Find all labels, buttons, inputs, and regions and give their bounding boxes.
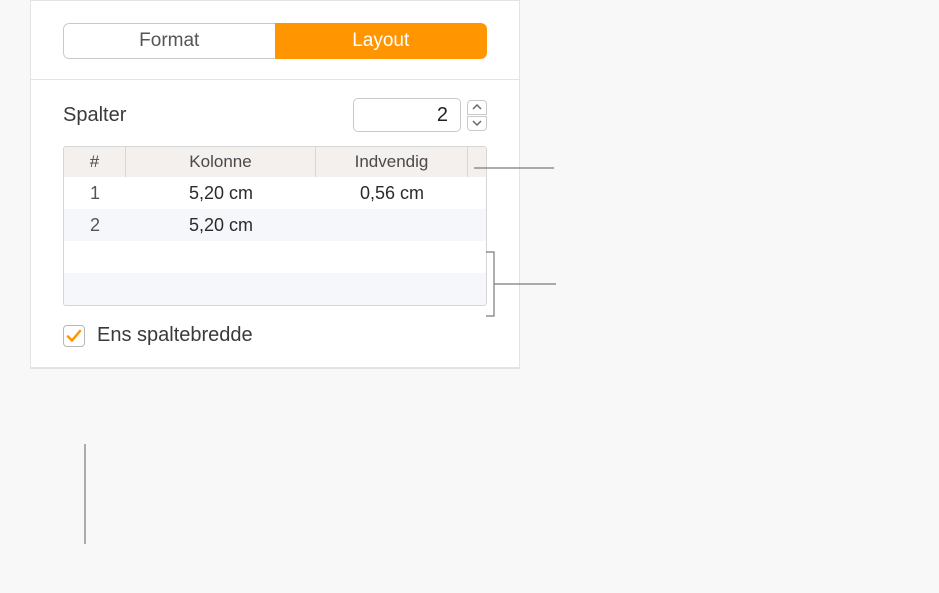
equal-width-checkbox[interactable]	[63, 325, 85, 347]
panel-bottom-divider	[31, 367, 519, 368]
cell-row-number: 2	[64, 209, 126, 241]
columns-count-control: 2	[353, 98, 487, 132]
tab-layout-label: Layout	[352, 30, 409, 52]
columns-label: Spalter	[63, 104, 126, 127]
columns-header-row: Spalter 2	[63, 98, 487, 132]
columns-table-body: 1 5,20 cm 0,56 cm 2 5,20 cm	[64, 177, 486, 305]
tab-row: Format Layout	[31, 1, 519, 79]
cell-kolonne[interactable]: 5,20 cm	[126, 209, 316, 241]
cell-kolonne[interactable]: 5,20 cm	[126, 177, 316, 209]
th-number[interactable]: #	[64, 147, 126, 177]
tab-format[interactable]: Format	[63, 23, 275, 59]
tab-layout[interactable]: Layout	[275, 23, 488, 59]
tab-format-label: Format	[139, 30, 199, 52]
equal-width-row: Ens spaltebredde	[63, 324, 487, 347]
cell-indvendig[interactable]: 0,56 cm	[316, 177, 468, 209]
cell-row-number: 1	[64, 177, 126, 209]
table-row-empty	[64, 241, 486, 273]
equal-width-label: Ens spaltebredde	[97, 324, 253, 347]
callout-leader-table	[486, 250, 556, 320]
callout-leader-checkbox	[84, 444, 86, 544]
stepper-down[interactable]	[467, 116, 487, 131]
th-indvendig[interactable]: Indvendig	[316, 147, 468, 177]
columns-table-header: # Kolonne Indvendig	[64, 147, 486, 177]
table-row[interactable]: 1 5,20 cm 0,56 cm	[64, 177, 486, 209]
tab-segmented-control: Format Layout	[63, 23, 487, 59]
table-row-empty	[64, 273, 486, 305]
columns-count-value: 2	[437, 104, 448, 127]
cell-indvendig[interactable]	[316, 209, 468, 241]
inspector-panel: Format Layout Spalter 2	[30, 0, 520, 369]
checkmark-icon	[66, 328, 82, 344]
th-kolonne[interactable]: Kolonne	[126, 147, 316, 177]
table-row[interactable]: 2 5,20 cm	[64, 209, 486, 241]
columns-count-input[interactable]: 2	[353, 98, 461, 132]
stepper-up[interactable]	[467, 100, 487, 115]
chevron-down-icon	[472, 120, 482, 126]
callout-leader-stepper	[474, 156, 554, 180]
columns-table: # Kolonne Indvendig 1 5,20 cm 0,56 cm 2 …	[63, 146, 487, 306]
chevron-up-icon	[472, 104, 482, 110]
columns-section: Spalter 2 # Kolonne Indvendi	[31, 80, 519, 367]
columns-count-stepper	[467, 100, 487, 131]
